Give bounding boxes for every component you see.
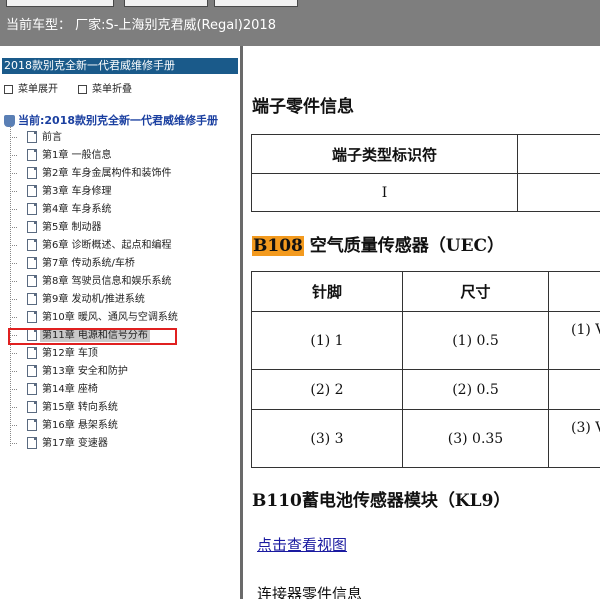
tree-item-label: 第16章 悬架系统 <box>42 420 118 431</box>
tree-item-label: 第1章 一般信息 <box>42 150 112 161</box>
extra-cell <box>548 369 600 410</box>
document-icon <box>27 293 37 305</box>
pin-cell: (1) 1 <box>251 311 403 370</box>
tree-item-ch5[interactable]: 第5章 制动器 <box>10 219 238 237</box>
pin-cell: (2) 2 <box>251 369 403 410</box>
tree-item-ch7[interactable]: 第7章 传动系统/车桥 <box>10 255 238 273</box>
table-row: (3) 3 (3) 0.35 (3) V <box>251 409 600 468</box>
b108-title: 空气质量传感器（UEC） <box>303 236 505 256</box>
tree-item-preface[interactable]: 前言 <box>10 129 238 147</box>
tree-item-ch1[interactable]: 第1章 一般信息 <box>10 147 238 165</box>
tree-item-ch6[interactable]: 第6章 诊断概述、起点和编程 <box>10 237 238 255</box>
extra-cell: (1) V <box>548 311 600 370</box>
document-icon <box>27 167 37 179</box>
tree-item-label: 第2章 车身金属构件和装饰件 <box>42 168 172 179</box>
document-icon <box>27 365 37 377</box>
tree-item-ch16[interactable]: 第16章 悬架系统 <box>10 417 238 435</box>
document-icon <box>27 149 37 161</box>
tree-item-label: 第3章 车身修理 <box>42 186 112 197</box>
table-row: (2) 2 (2) 0.5 <box>251 369 600 410</box>
tree-item-label: 第6章 诊断概述、起点和编程 <box>42 240 172 251</box>
tree-item-ch8[interactable]: 第8章 驾驶员信息和娱乐系统 <box>10 273 238 291</box>
document-icon <box>27 239 37 251</box>
document-icon <box>27 347 37 359</box>
document-icon <box>27 221 37 233</box>
pin-header: 针脚 <box>251 271 403 312</box>
tree-item-label: 第7章 传动系统/车桥 <box>42 258 135 269</box>
tree-item-ch2[interactable]: 第2章 车身金属构件和装饰件 <box>10 165 238 183</box>
document-icon <box>27 203 37 215</box>
document-icon <box>27 437 37 449</box>
tree-item-label: 第12章 车顶 <box>42 348 98 359</box>
document-icon <box>27 131 37 143</box>
tree-item-ch9[interactable]: 第9章 发动机/推进系统 <box>10 291 238 309</box>
document-icon <box>27 311 37 323</box>
tree-item-ch10[interactable]: 第10章 暖风、通风与空调系统 <box>10 309 238 327</box>
tree-item-ch15[interactable]: 第15章 转向系统 <box>10 399 238 417</box>
selection-highlight-box <box>8 328 177 345</box>
tree-item-label: 第14章 座椅 <box>42 384 98 395</box>
tree-item-ch13[interactable]: 第13章 安全和防护 <box>10 363 238 381</box>
connector-info-heading: 连接器零件信息 <box>257 585 363 599</box>
tree-item-ch12[interactable]: 第12章 车顶 <box>10 345 238 363</box>
tree-item-ch14[interactable]: 第14章 座椅 <box>10 381 238 399</box>
tree-item-label: 第10章 暖风、通风与空调系统 <box>42 312 178 323</box>
table-row: (1) 1 (1) 0.5 (1) V <box>251 311 600 370</box>
manual-title[interactable]: 2018款别克全新一代君威维修手册 <box>2 58 238 74</box>
tree-root[interactable]: 当前:2018款别克全新一代君威维修手册 <box>4 112 218 128</box>
table-cell <box>517 134 600 174</box>
size-cell: (1) 0.5 <box>402 311 549 370</box>
toolbar-button-3[interactable] <box>214 0 298 7</box>
size-cell: (2) 0.5 <box>402 369 549 410</box>
tree-item-ch4[interactable]: 第4章 车身系统 <box>10 201 238 219</box>
toolbar-button-1[interactable] <box>6 0 114 7</box>
view-diagram-link[interactable]: 点击查看视图 <box>257 534 347 555</box>
title-bar: 当前车型： 厂家:S-上海别克君威(Regal)2018 <box>0 0 600 46</box>
terminal-type-header: 端子类型标识符 <box>251 134 518 174</box>
b108-pin-table: 针脚 尺寸 (1) 1 (1) 0.5 (1) V (2) 2 (2) 0.5 … <box>251 271 600 468</box>
size-header: 尺寸 <box>402 271 549 312</box>
terminal-info-heading: 端子零件信息 <box>252 97 354 117</box>
tree-item-label: 第4章 车身系统 <box>42 204 112 215</box>
expand-icon <box>4 84 13 94</box>
tree-item-ch3[interactable]: 第3章 车身修理 <box>10 183 238 201</box>
tree-item-label: 前言 <box>42 132 62 143</box>
menu-expand-button[interactable]: 菜单展开 <box>4 80 58 95</box>
document-icon <box>27 383 37 395</box>
toolbar-button-2[interactable] <box>124 0 208 7</box>
b108-tag: B108 <box>252 236 304 256</box>
tree-item-label: 第17章 变速器 <box>42 438 108 449</box>
tree-item-label: 第15章 转向系统 <box>42 402 118 413</box>
size-cell: (3) 0.35 <box>402 409 549 468</box>
tree-item-label: 第9章 发动机/推进系统 <box>42 294 145 305</box>
extra-cell: (3) V <box>548 409 600 468</box>
document-icon <box>27 275 37 287</box>
vehicle-model-label: 当前车型： 厂家:S-上海别克君威(Regal)2018 <box>6 18 276 33</box>
document-content: 端子零件信息 端子类型标识符 I B108 空气质量传感器（UEC） 针脚 尺寸… <box>243 46 600 599</box>
document-icon <box>27 419 37 431</box>
tree-item-label: 第13章 安全和防护 <box>42 366 128 377</box>
menu-collapse-label: 菜单折叠 <box>92 84 132 95</box>
collapse-icon <box>78 84 87 94</box>
tree-root-label: 当前:2018款别克全新一代君威维修手册 <box>18 114 219 127</box>
document-icon <box>27 257 37 269</box>
terminal-table: 端子类型标识符 I <box>251 134 600 212</box>
menu-collapse-button[interactable]: 菜单折叠 <box>78 80 132 95</box>
table-cell <box>548 271 600 312</box>
pin-cell: (3) 3 <box>251 409 403 468</box>
menu-expand-label: 菜单展开 <box>18 84 58 95</box>
b108-heading: B108 空气质量传感器（UEC） <box>252 231 504 256</box>
b110-heading: B110蓄电池传感器模块（KL9） <box>252 491 511 511</box>
terminal-type-value: I <box>251 173 518 212</box>
table-cell <box>517 173 600 212</box>
document-icon <box>27 401 37 413</box>
document-icon <box>27 185 37 197</box>
tree-item-label: 第5章 制动器 <box>42 222 102 233</box>
tree-item-ch17[interactable]: 第17章 变速器 <box>10 435 238 453</box>
tree-item-label: 第8章 驾驶员信息和娱乐系统 <box>42 276 172 287</box>
